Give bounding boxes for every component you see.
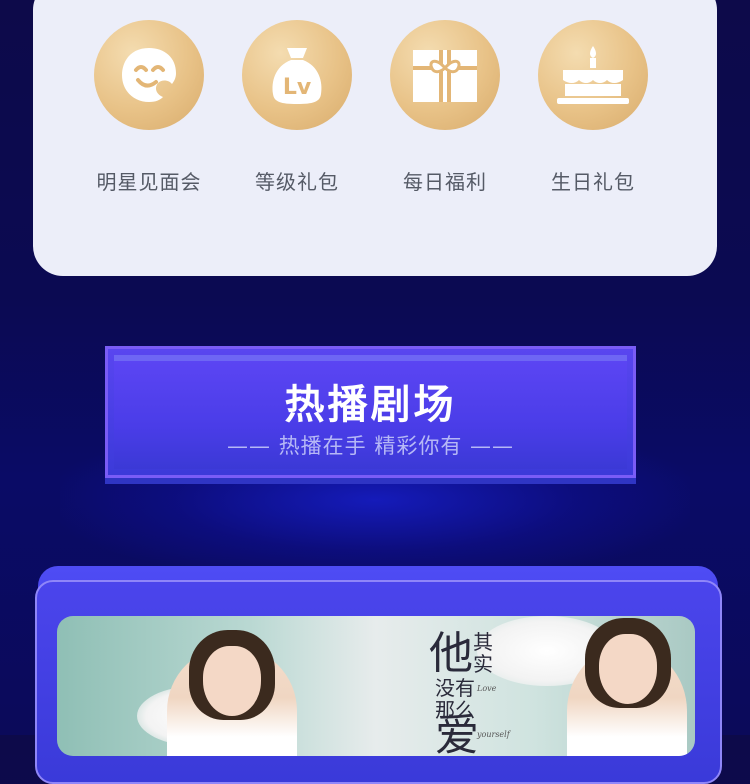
benefit-label: 等级礼包 [255,170,339,194]
benefit-label: 明星见面会 [96,170,202,194]
poster-title-char: 实 [473,652,493,676]
hot-drama-banner: 热播剧场 —— 热播在手 精彩你有 —— [105,346,636,478]
gift-box-icon [390,20,500,130]
smile-face-icon [94,20,204,130]
benefit-label: 每日福利 [403,170,487,194]
poster-title-char: 他 [429,628,473,679]
section-title: 热播剧场 [284,382,457,428]
level-badge: Lv [283,75,312,100]
actress-right-face [599,634,657,704]
drama-poster[interactable]: 他 其 实 没有 Love 那么 爱 yourself [57,616,695,756]
poster-title-char: 没有 [435,676,475,700]
poster-title-char: 爱 [435,710,479,757]
benefit-daily-welfare[interactable]: 每日福利 [375,20,515,195]
benefits-card: 明星见面会 Lv 等级礼包 每日福利 生日礼包 [33,0,717,276]
benefit-label: 生日礼包 [551,170,635,194]
benefit-birthday-gift[interactable]: 生日礼包 [523,20,663,195]
poster-title: 他 其 实 没有 Love 那么 爱 yourself [429,622,539,757]
poster-english-word: Love [477,684,497,693]
actress-left-face [203,646,261,716]
level-bag-icon: Lv [242,20,352,130]
poster-title-char: 其 [473,630,493,654]
section-subtitle: —— 热播在手 精彩你有 —— [226,434,515,458]
birthday-cake-icon [538,20,648,130]
benefit-level-gift[interactable]: Lv 等级礼包 [227,20,367,195]
benefit-star-meetup[interactable]: 明星见面会 [79,20,219,195]
